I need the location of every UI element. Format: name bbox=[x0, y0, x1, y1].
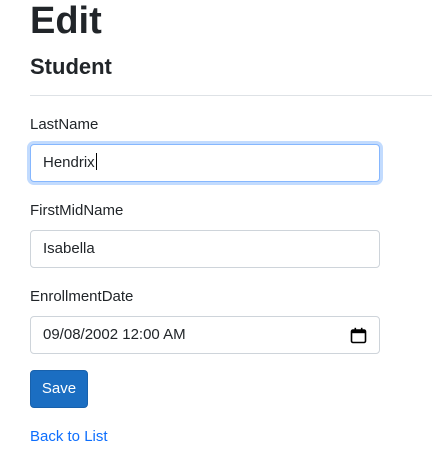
divider bbox=[30, 95, 432, 96]
enrollment-date-value: 09/08/2002 12:00 AM bbox=[43, 326, 186, 343]
back-to-list-link[interactable]: Back to List bbox=[30, 428, 108, 446]
text-caret bbox=[95, 153, 97, 170]
first-mid-name-label: FirstMidName bbox=[30, 202, 124, 219]
last-name-label: LastName bbox=[30, 116, 99, 133]
first-mid-name-value: Isabella bbox=[43, 240, 95, 257]
enrollment-date-label: EnrollmentDate bbox=[30, 288, 134, 305]
last-name-input[interactable]: Hendrix bbox=[30, 144, 380, 182]
last-name-value: Hendrix bbox=[43, 154, 95, 171]
first-mid-name-input[interactable]: Isabella bbox=[30, 230, 380, 268]
page-title: Edit bbox=[30, 0, 102, 42]
enrollment-date-input[interactable]: 09/08/2002 12:00 AM bbox=[30, 316, 380, 354]
save-button[interactable]: Save bbox=[30, 370, 88, 408]
entity-title: Student bbox=[30, 54, 112, 79]
calendar-icon[interactable] bbox=[350, 327, 367, 344]
